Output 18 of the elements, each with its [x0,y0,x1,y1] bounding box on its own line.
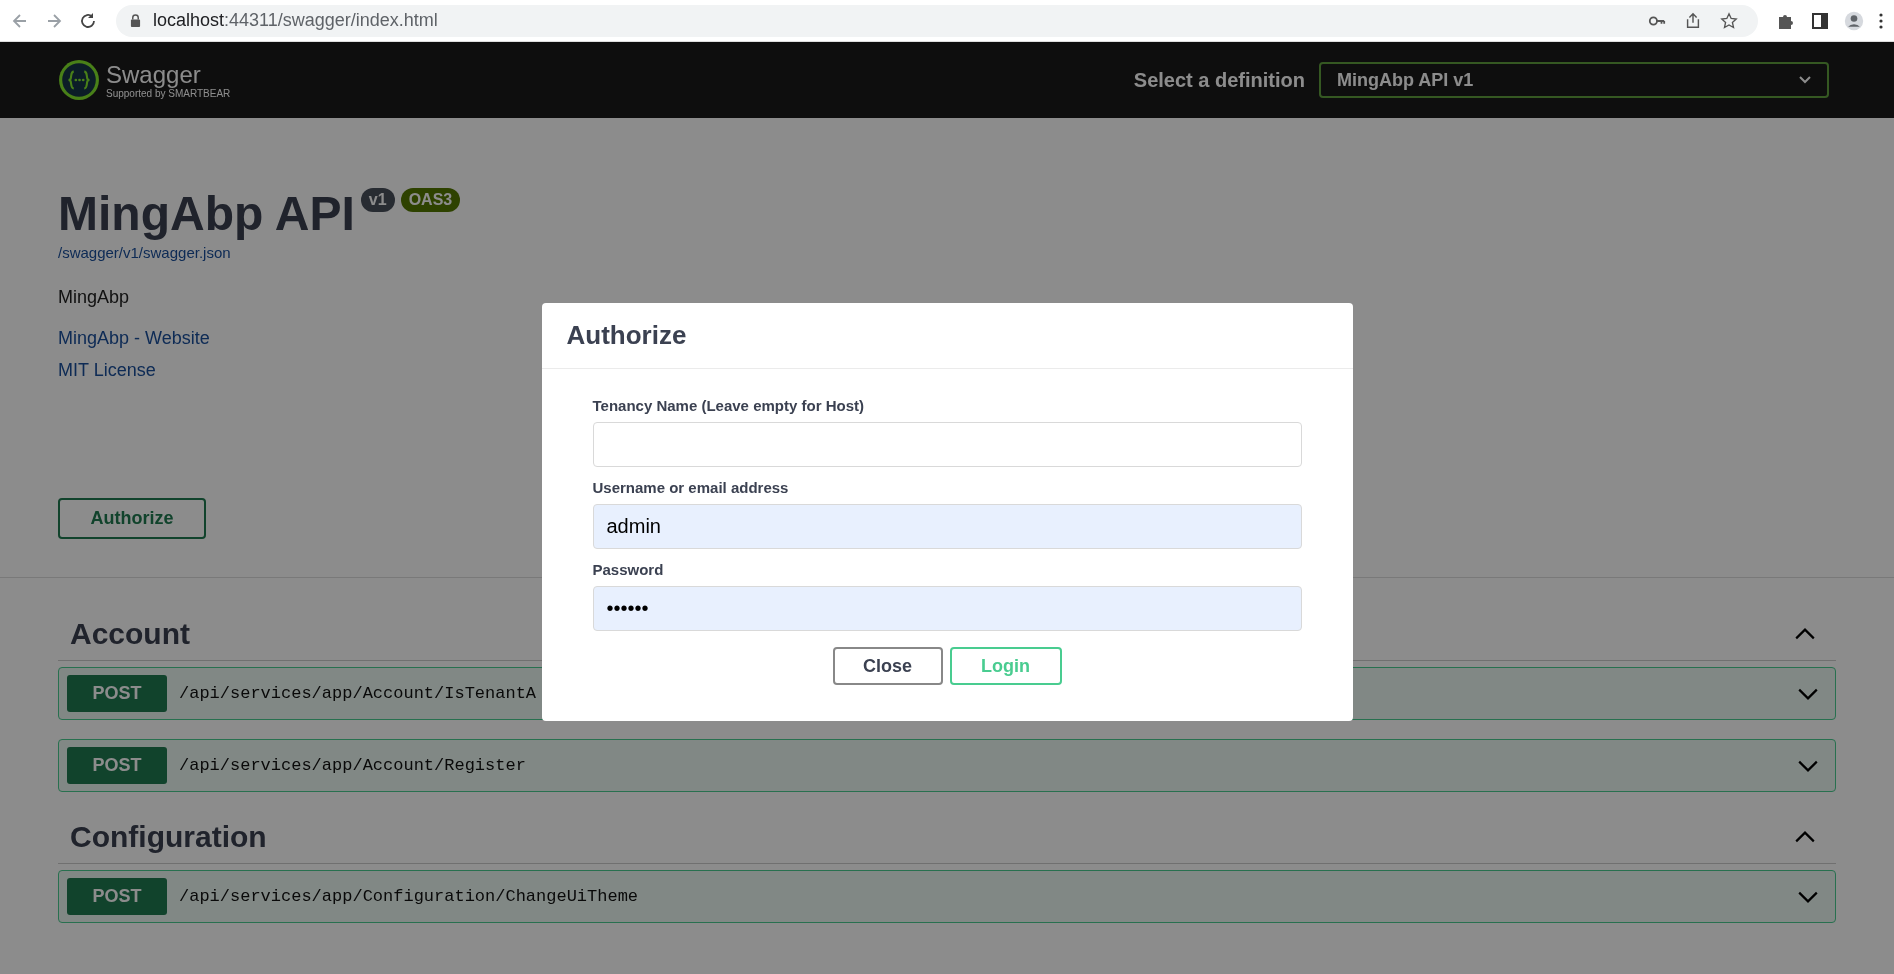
logo-subtitle: Supported by SMARTBEAR [106,87,231,99]
api-description: MingAbp [58,287,130,308]
oas-badge: OAS3 [400,188,461,212]
method-badge: POST [67,878,167,915]
method-badge: POST [67,747,167,784]
logo-text: Swagger [106,61,202,88]
field-label: Tenancy Name (Leave empty for Host) [592,397,865,414]
field-label: Username or email address [592,479,790,496]
operation-path: /api/services/app/Account/Register [179,756,527,775]
operation-path: /api/services/app/Configuration/ChangeUiTheme [179,887,640,906]
method-badge: POST [67,675,167,712]
api-title: MingAbp API [58,186,355,242]
version-badge: v1 [360,188,395,212]
url-text: localhost:44311/swagger/index.html [153,10,438,31]
field-label: Password [592,561,665,578]
dialog-title: Authorize [566,320,687,351]
definition-label: Select a definition [1133,68,1305,92]
operation-path: /api/services/app/Account/IsTenantA [179,684,538,703]
